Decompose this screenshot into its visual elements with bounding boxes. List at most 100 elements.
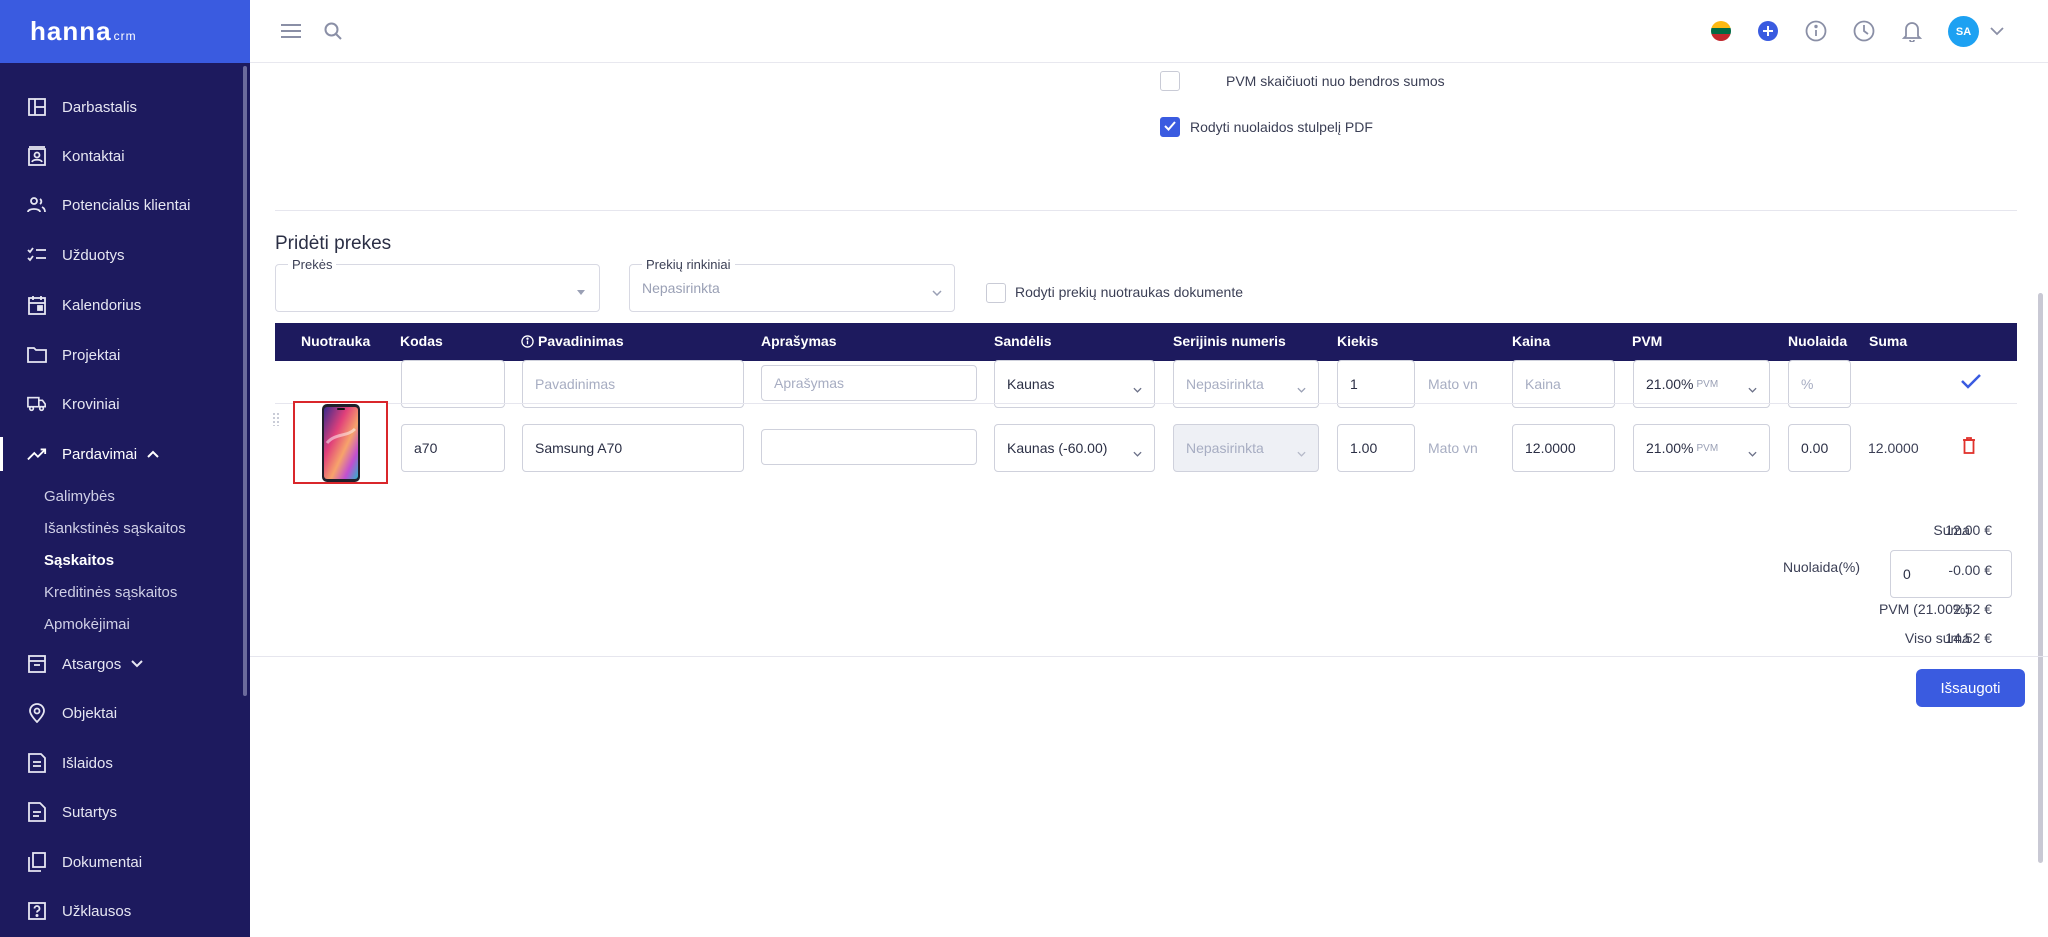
sidebar-item-label: Užklausos <box>62 902 132 920</box>
new-name-input[interactable]: Pavadinimas <box>522 360 744 408</box>
item-unit-label: Mato vn <box>1428 440 1478 456</box>
products-select[interactable]: Prekės <box>275 257 600 312</box>
chevron-down-icon[interactable] <box>1984 18 2010 44</box>
chevron-down-icon <box>1133 444 1142 457</box>
item-serial-value: Nepasirinkta <box>1186 440 1264 456</box>
sum-value: 12.00 € <box>1945 522 1992 538</box>
topbar: SA <box>250 0 2048 63</box>
item-vat-value: 21.00% <box>1646 440 1694 456</box>
item-name-input[interactable]: Samsung A70 <box>522 424 744 472</box>
new-description-textarea[interactable]: Aprašymas <box>761 365 977 401</box>
sidebar-sub-galimybes[interactable]: Galimybės <box>44 488 115 505</box>
products-label: Prekės <box>288 257 337 272</box>
menu-icon[interactable] <box>278 18 304 44</box>
sidebar-item-kroviniai[interactable]: Kroviniai <box>0 381 244 427</box>
sidebar-item-label: Sutartys <box>62 803 118 821</box>
sidebar-item-label: Pardavimai <box>62 445 138 463</box>
pvm-total-label: PVM skaičiuoti nuo bendros sumos <box>1226 73 1445 89</box>
info-icon[interactable] <box>1803 18 1829 44</box>
sidebar-item-label: Atsargos <box>62 655 122 673</box>
sidebar-item-kontaktai[interactable]: Kontaktai <box>0 133 244 179</box>
logo[interactable]: hanna crm <box>30 16 137 47</box>
truck-icon <box>27 394 47 414</box>
sidebar-item-label: Kalendorius <box>62 296 142 314</box>
product-photo[interactable] <box>293 401 388 484</box>
new-warehouse-select[interactable]: Kaunas <box>994 360 1155 408</box>
chevron-down-icon <box>131 660 143 668</box>
add-icon[interactable] <box>1755 18 1781 44</box>
col-photo: Nuotrauka <box>301 333 371 349</box>
product-sets-select[interactable]: Prekių rinkiniai Nepasirinkta <box>629 257 955 312</box>
sidebar-sub-isankstines[interactable]: Išankstinės sąskaitos <box>44 520 186 537</box>
item-vat-select[interactable]: 21.00% PVM <box>1633 424 1770 472</box>
sidebar-item-darbastalis[interactable]: Darbastalis <box>0 84 244 130</box>
contacts-icon <box>27 146 47 166</box>
new-quantity-input[interactable]: 1 <box>1337 360 1415 408</box>
new-price-input[interactable]: Kaina <box>1512 360 1615 408</box>
sidebar-item-kalendorius[interactable]: Kalendorius <box>0 282 244 328</box>
search-icon[interactable] <box>320 18 346 44</box>
col-name-label: Pavadinimas <box>538 333 624 349</box>
avatar[interactable]: SA <box>1948 16 1979 47</box>
sidebar-item-projektai[interactable]: Projektai <box>0 332 244 378</box>
sidebar-sub-apmokejimai[interactable]: Apmokėjimai <box>44 616 130 633</box>
item-sum: 12.0000 <box>1868 440 1919 456</box>
col-quantity: Kiekis <box>1337 333 1379 349</box>
grand-total-value: 14.52 € <box>1945 630 1992 646</box>
bell-icon[interactable] <box>1899 18 1925 44</box>
product-sets-value: Nepasirinkta <box>642 280 720 296</box>
contract-icon <box>27 802 47 822</box>
location-icon <box>27 703 47 723</box>
sidebar-sub-saskaitos[interactable]: Sąskaitos <box>44 552 114 569</box>
sidebar-item-objektai[interactable]: Objektai <box>0 690 244 736</box>
sidebar-item-atsargos[interactable]: Atsargos <box>0 641 244 687</box>
chevron-down-icon <box>1297 380 1306 393</box>
discount-pdf-checkbox[interactable] <box>1160 117 1180 137</box>
dashboard-icon <box>27 97 47 117</box>
new-code-input[interactable] <box>401 360 505 408</box>
item-discount-input[interactable]: 0.00 <box>1788 424 1851 472</box>
sidebar-item-dokumentai[interactable]: Dokumentai <box>0 839 244 885</box>
sidebar-header: hanna crm <box>0 0 250 63</box>
drag-handle-icon[interactable] <box>272 412 280 426</box>
new-vat-select[interactable]: 21.00% PVM <box>1633 360 1770 408</box>
item-code-input[interactable]: a70 <box>401 424 505 472</box>
documents-icon <box>27 852 47 872</box>
delete-trash-icon[interactable] <box>1962 437 1976 459</box>
chevron-down-icon <box>1297 444 1306 457</box>
confirm-check-icon[interactable] <box>1960 373 1982 394</box>
item-warehouse-select[interactable]: Kaunas (-60.00) <box>994 424 1155 472</box>
sidebar-item-sutartys[interactable]: Sutartys <box>0 789 244 835</box>
sidebar-sub-kreditines[interactable]: Kreditinės sąskaitos <box>44 584 177 601</box>
new-serial-select[interactable]: Nepasirinkta <box>1173 360 1319 408</box>
pvm-total-checkbox[interactable] <box>1160 71 1180 91</box>
show-photos-checkbox[interactable] <box>986 283 1006 303</box>
item-quantity-input[interactable]: 1.00 <box>1337 424 1415 472</box>
calendar-icon <box>27 295 47 315</box>
sidebar-item-label: Projektai <box>62 346 121 364</box>
chevron-down-icon <box>932 283 942 297</box>
sidebar-item-islaidos[interactable]: Išlaidos <box>0 740 244 786</box>
col-price: Kaina <box>1512 333 1551 349</box>
sidebar-item-uzklausos[interactable]: Užklausos <box>0 888 244 934</box>
info-icon[interactable] <box>521 334 534 348</box>
new-vat-value: 21.00% <box>1646 376 1694 392</box>
item-price-input[interactable]: 12.0000 <box>1512 424 1615 472</box>
table-header: Nuotrauka Kodas Pavadinimas Aprašymas Sa… <box>275 323 2017 361</box>
sidebar-item-potencialus[interactable]: Potencialūs klientai <box>0 182 244 228</box>
col-discount: Nuolaida <box>1788 333 1848 349</box>
new-vat-suffix: PVM <box>1696 378 1719 390</box>
new-serial-value: Nepasirinkta <box>1186 376 1264 392</box>
sidebar-item-pardavimai[interactable]: Pardavimai <box>0 431 244 477</box>
chevron-down-icon <box>1748 444 1757 457</box>
clock-icon[interactable] <box>1851 18 1877 44</box>
new-discount-input[interactable]: % <box>1788 360 1851 408</box>
sidebar-item-uzduotys[interactable]: Užduotys <box>0 232 244 278</box>
sidebar-item-label: Užduotys <box>62 246 125 264</box>
language-flag-icon[interactable] <box>1708 18 1734 44</box>
save-button[interactable]: Išsaugoti <box>1916 669 2025 707</box>
item-description-textarea[interactable] <box>761 429 977 465</box>
chevron-down-icon <box>1133 380 1142 393</box>
product-sets-label: Prekių rinkiniai <box>642 257 735 272</box>
main-scrollbar[interactable] <box>2038 293 2043 863</box>
